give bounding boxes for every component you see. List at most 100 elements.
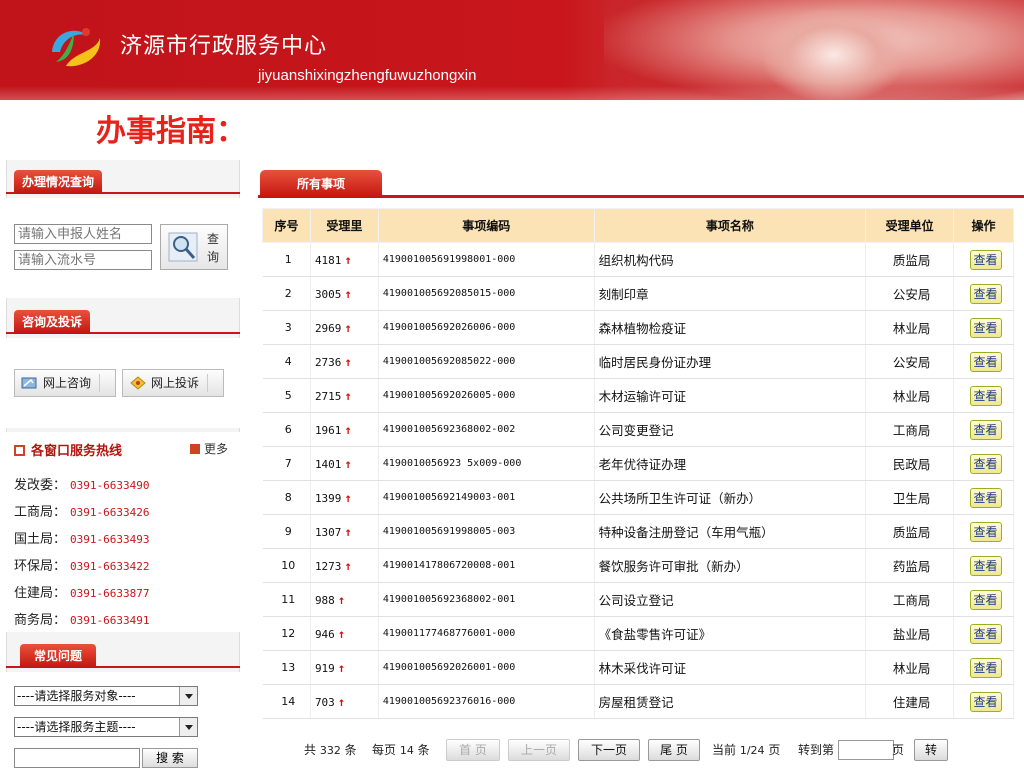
row-dept: 公安局 — [865, 276, 955, 311]
pager-current: 当前 1/24 页 — [712, 743, 781, 757]
row-code: 419001005692026001-000 — [378, 650, 595, 685]
row-count: 4181 ↑ — [310, 242, 379, 277]
goto-button[interactable]: 转 — [914, 739, 948, 761]
online-consult-button[interactable]: 网上咨询 — [14, 369, 116, 397]
row-operation: 查看 — [953, 480, 1014, 515]
items-table: 序号 受理里 事项编码 事项名称 受理单位 操作 1 4181 ↑ 419001005… — [262, 208, 1014, 719]
online-complaint-label: 网上投诉 — [151, 376, 200, 390]
row-code: 419001005691998005-003 — [378, 514, 595, 549]
view-button[interactable]: 查看 — [969, 351, 1002, 372]
prev-page-button[interactable]: 上一页 — [508, 739, 570, 761]
faq-search-input[interactable] — [14, 748, 140, 768]
view-button[interactable]: 查看 — [969, 419, 1002, 440]
row-index: 8 — [262, 480, 311, 515]
banner-wave — [0, 86, 1024, 100]
row-dept: 质监局 — [865, 514, 955, 549]
row-count: 919 ↑ — [310, 650, 379, 685]
query-button[interactable]: 查询 — [160, 224, 228, 270]
view-button[interactable]: 查看 — [969, 623, 1002, 644]
row-index: 7 — [262, 446, 311, 481]
hotline-item: 环保局： 0391-6633422 — [14, 559, 150, 574]
chevron-down-icon — [99, 374, 113, 392]
next-page-button[interactable]: 下一页 — [578, 739, 640, 761]
arrow-up-icon: ↑ — [337, 660, 346, 675]
table-row: 9 1307 ↑ 419001005691998005-003 特种设备注册登记（车用气… — [262, 514, 1014, 549]
row-operation: 查看 — [953, 582, 1014, 617]
table-row: 8 1399 ↑ 419001005692149003-001 公共场所卫生许可证（新办… — [262, 480, 1014, 515]
hotline-item: 国土局： 0391-6633493 — [14, 532, 150, 547]
view-button[interactable]: 查看 — [969, 691, 1002, 712]
view-button[interactable]: 查看 — [969, 555, 1002, 576]
online-complaint-button[interactable]: 网上投诉 — [122, 369, 224, 397]
view-button[interactable]: 查看 — [969, 657, 1002, 678]
pager-goto-label: 转到第 — [798, 743, 835, 757]
row-count: 1273 ↑ — [310, 548, 379, 583]
online-consult-label: 网上咨询 — [43, 376, 92, 390]
table-row: 14 703 ↑ 419001005692376016-000 房屋租赁登记 住建局 查看 — [262, 684, 1014, 719]
row-code: 419001005692026006-000 — [378, 310, 595, 345]
row-dept: 质监局 — [865, 242, 955, 277]
row-code: 4190010056923 5x009-000 — [378, 446, 595, 481]
row-index: 13 — [262, 650, 311, 685]
row-operation: 查看 — [953, 650, 1014, 685]
row-name: 刻制印章 — [594, 276, 867, 311]
consult-section-header: 咨询及投诉 — [6, 310, 240, 334]
goto-page-input[interactable] — [838, 740, 894, 760]
row-count: 3005 ↑ — [310, 276, 379, 311]
table-row: 12 946 ↑ 419001177468776001-000 《食盐零售许可证》 盐业局… — [262, 616, 1014, 651]
arrow-up-icon: ↑ — [344, 558, 352, 573]
arrow-up-icon: ↑ — [344, 252, 352, 267]
view-button[interactable]: 查看 — [969, 317, 1002, 338]
row-dept: 工商局 — [865, 412, 955, 447]
hotline-more-link[interactable]: 更多 — [189, 440, 228, 457]
service-target-select[interactable]: ----请选择服务对象---- — [14, 686, 198, 706]
view-button[interactable]: 查看 — [969, 589, 1002, 610]
faq-section-title: 常见问题 — [20, 644, 97, 668]
row-count: 2969 ↑ — [310, 310, 379, 345]
hotline-header: 各窗口服务热线 更多 — [14, 440, 232, 460]
row-name: 特种设备注册登记（车用气瓶） — [594, 514, 867, 549]
row-name: 木材运输许可证 — [594, 378, 867, 413]
row-code: 419001417806720008-001 — [378, 548, 595, 583]
row-operation: 查看 — [953, 412, 1014, 447]
view-button[interactable]: 查看 — [969, 249, 1002, 270]
table-row: 6 1961 ↑ 419001005692368002-002 公司变更登记 工商局 查看 — [262, 412, 1014, 447]
column-header: 受理单位 — [865, 208, 955, 243]
tab-all-items[interactable]: 所有事项 — [260, 170, 382, 198]
view-button[interactable]: 查看 — [969, 521, 1002, 542]
serial-number-input[interactable] — [14, 250, 152, 270]
row-operation: 查看 — [953, 446, 1014, 481]
arrow-up-icon: ↑ — [337, 694, 346, 709]
row-name: 组织机构代码 — [594, 242, 867, 277]
service-topic-select[interactable]: ----请选择服务主题---- — [14, 717, 198, 737]
row-dept: 药监局 — [865, 548, 955, 583]
view-button[interactable]: 查看 — [969, 283, 1002, 304]
arrow-up-icon: ↑ — [344, 490, 352, 505]
faq-search-button[interactable]: 搜 索 — [142, 748, 198, 768]
arrow-up-icon: ↑ — [344, 320, 352, 335]
table-row: 5 2715 ↑ 419001005692026005-000 木材运输许可证 林业局 查看 — [262, 378, 1014, 413]
arrow-up-icon: ↑ — [344, 354, 352, 369]
row-index: 11 — [262, 582, 311, 617]
row-index: 4 — [262, 344, 311, 379]
row-count: 2736 ↑ — [310, 344, 379, 379]
row-dept: 民政局 — [865, 446, 955, 481]
view-button[interactable]: 查看 — [969, 487, 1002, 508]
row-dept: 林业局 — [865, 310, 955, 345]
pager-total: 共 332 条 — [304, 743, 357, 757]
applicant-name-input[interactable] — [14, 224, 152, 244]
consult-section-title: 咨询及投诉 — [14, 310, 91, 334]
last-page-button[interactable]: 尾 页 — [648, 739, 700, 761]
row-name: 林木采伐许可证 — [594, 650, 867, 685]
logo-icon — [52, 28, 101, 67]
query-button-label: 查询 — [207, 232, 220, 264]
row-operation: 查看 — [953, 276, 1014, 311]
view-button[interactable]: 查看 — [969, 385, 1002, 406]
first-page-button[interactable]: 首 页 — [446, 739, 500, 761]
view-button[interactable]: 查看 — [969, 453, 1002, 474]
table-row: 10 1273 ↑ 419001417806720008-001 餐饮服务许可审批（新办… — [262, 548, 1014, 583]
hotline-item: 发改委： 0391-6633490 — [14, 478, 150, 493]
row-dept: 林业局 — [865, 378, 955, 413]
pager-per-page: 每页 14 条 — [372, 743, 430, 757]
row-index: 2 — [262, 276, 311, 311]
